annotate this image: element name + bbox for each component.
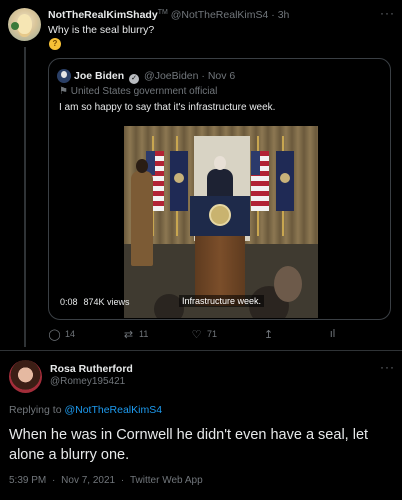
separator: · [201,70,205,82]
video-person [131,159,153,266]
avatar-badge [11,22,19,30]
tweet-original[interactable]: NotTheRealKimShadyTM @NotTheRealKimS4 · … [0,0,402,347]
share-button[interactable]: ↥ [262,328,279,341]
reply-icon: ◯ [48,329,61,341]
tweet-header: NotTheRealKimShadyTM @NotTheRealKimS4 · … [48,9,289,21]
quoted-avatar[interactable] [57,69,71,83]
tweet-text: Why is the seal blurry? [48,24,155,36]
share-icon: ↥ [263,329,274,341]
like-count: 71 [207,329,218,339]
avatar[interactable] [9,360,42,393]
presidential-flag [276,151,294,211]
retweet-button[interactable]: ⇄ 11 [122,328,148,341]
video-player[interactable] [124,126,318,318]
separator: · [52,475,56,486]
quoted-tweet[interactable]: Joe Biden ✓ @JoeBiden · Nov 6 ⚑ United S… [48,58,391,320]
tweet-time[interactable]: 3h [278,9,290,21]
presidential-flag [170,151,188,211]
thinking-face-emoji-icon: ? [49,38,61,50]
name-suffix: TM [157,9,168,16]
video-views: 874K views [83,297,130,307]
retweet-icon: ⇄ [123,329,134,341]
tweet-reply[interactable]: Rosa Rutherford @Romey195421 ··· Replyin… [0,350,402,500]
display-name[interactable]: Rosa Rutherford [50,363,133,375]
analytics-button[interactable]: ıl [326,328,343,340]
video-duration: 0:08 [60,297,78,307]
quoted-display-name[interactable]: Joe Biden [74,70,124,82]
replying-prefix: Replying to [9,404,62,416]
replying-to-link[interactable]: @NotTheRealKimS4 [64,404,162,416]
user-handle[interactable]: @NotTheRealKimS4 [171,9,269,21]
retweet-count: 11 [139,329,149,339]
heart-icon: ♡ [191,329,202,341]
government-label-text: United States government official [70,86,218,97]
more-options-icon[interactable]: ··· [380,360,395,374]
avatar[interactable] [8,8,41,41]
quoted-header: Joe Biden ✓ @JoeBiden · Nov 6 [74,70,235,84]
analytics-icon: ıl [329,328,336,340]
quoted-text: I am so happy to say that it's infrastru… [59,102,276,113]
separator: · [271,9,275,21]
tweet-time[interactable]: 5:39 PM [9,475,46,486]
reply-button[interactable]: ◯ 14 [48,328,75,341]
tweet-text: When he was in Cornwell he didn't even h… [9,427,369,463]
tweet-actions: ◯ 14 ⇄ 11 ♡ 71 ↥ ıl [48,325,348,345]
flag-icon: ⚑ [59,86,68,97]
verified-badge-icon: ✓ [129,74,140,84]
video-info: 0:08 874K views [60,297,130,307]
us-flag [251,151,269,211]
government-label: ⚑ United States government official [59,86,217,97]
more-options-icon[interactable]: ··· [380,6,395,20]
replying-to: Replying to @NotTheRealKimS4 [9,404,162,416]
display-name[interactable]: NotTheRealKimShady [48,9,158,21]
thread-line [24,47,26,347]
crowd-head [274,266,302,302]
tweet-source: Twitter Web App [130,475,203,486]
like-button[interactable]: ♡ 71 [190,328,217,341]
separator: · [120,475,125,486]
quoted-handle[interactable]: @JoeBiden [144,70,198,82]
tweet-meta: 5:39 PM · Nov 7, 2021 · Twitter Web App [9,475,203,486]
reply-count: 14 [65,329,76,339]
quoted-date[interactable]: Nov 6 [208,70,235,82]
user-handle[interactable]: @Romey195421 [50,376,125,387]
video-caption: Infrastructure week. [179,295,265,307]
tweet-date[interactable]: Nov 7, 2021 [61,475,115,486]
presidential-seal [209,204,231,226]
